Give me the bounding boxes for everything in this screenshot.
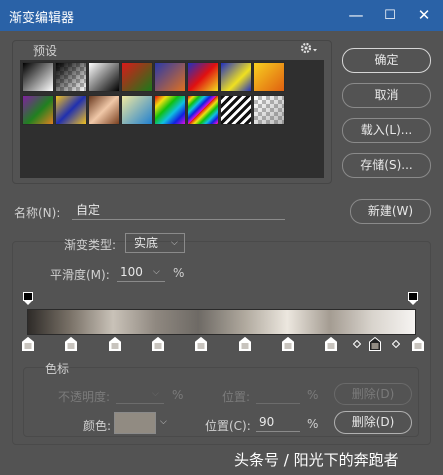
smoothness-label: 平滑度(M): [50,268,110,282]
preset-swatch[interactable] [253,95,285,125]
delete-opacity-stop-button[interactable]: 删除(D) [334,383,412,405]
preset-swatch[interactable] [88,62,120,92]
color-stop[interactable] [369,336,381,354]
close-button[interactable]: ✕ [407,0,441,31]
color-stop[interactable] [239,336,251,354]
location-label: 位置(C): [205,419,251,433]
color-stop[interactable] [412,336,424,354]
midpoint-diamond[interactable] [352,337,362,351]
delete-color-stop-button[interactable]: 删除(D) [334,411,412,434]
smoothness-input[interactable]: 100 ⌵ [117,263,165,282]
name-label: 名称(N): [14,206,61,220]
opacity-label: 不透明度: [58,390,111,404]
presets-label: 预设 [33,44,58,58]
location-unit: % [307,417,319,431]
gradient-type-label: 渐变类型: [64,238,117,252]
opacity-location-label: 位置: [222,390,251,404]
color-stops-row [22,336,424,354]
presets-grid [20,60,324,178]
preset-swatch[interactable] [121,62,153,92]
preset-swatch[interactable] [55,62,87,92]
new-button[interactable]: 新建(W) [350,199,431,224]
smoothness-value: 100 [120,265,143,279]
opacity-input[interactable]: ⌵ [116,385,164,404]
maximize-button[interactable]: ☐ [373,0,407,31]
stop-color-swatch[interactable] [114,412,156,434]
opacity-stop-left[interactable] [23,292,33,305]
midpoint-diamond[interactable] [391,337,401,351]
chevron-down-icon[interactable]: ⌵ [160,417,167,427]
preset-swatch[interactable] [22,95,54,125]
preset-swatch[interactable] [187,95,219,125]
preset-swatch[interactable] [22,62,54,92]
gradient-bar[interactable] [27,309,416,335]
preset-swatch[interactable] [220,62,252,92]
color-stop[interactable] [325,336,337,354]
color-stop[interactable] [109,336,121,354]
preset-swatch[interactable] [220,95,252,125]
color-stop[interactable] [22,336,34,354]
opacity-location-unit: % [307,388,319,402]
color-stop[interactable] [65,336,77,354]
name-input[interactable]: 自定 [72,201,285,220]
preset-swatch[interactable] [88,95,120,125]
save-button[interactable]: 存储(S)... [342,153,431,178]
color-stop[interactable] [195,336,207,354]
opacity-unit: % [172,388,184,402]
load-button[interactable]: 载入(L)... [342,118,431,143]
color-stop[interactable] [152,336,164,354]
preset-swatch[interactable] [154,62,186,92]
preset-swatch[interactable] [154,95,186,125]
gear-icon[interactable] [299,40,319,56]
chevron-down-icon[interactable]: ⌵ [153,263,160,281]
chevron-down-icon: ⌵ [152,389,159,399]
opacity-stop-right[interactable] [408,292,418,305]
watermark-text: 头条号 / 阳光下的奔跑者 [234,451,399,469]
color-stop-section-title: 色标 [45,362,70,376]
ok-button[interactable]: 确定 [342,48,431,73]
preset-swatch[interactable] [55,95,87,125]
smoothness-unit: % [173,266,185,280]
preset-swatch[interactable] [253,62,285,92]
gradient-type-value: 实底 [134,236,159,250]
cancel-button[interactable]: 取消 [342,83,431,108]
chevron-down-icon: ⌵ [171,238,178,248]
minimize-button[interactable]: — [339,0,373,31]
preset-swatch[interactable] [187,62,219,92]
color-stop[interactable] [282,336,294,354]
color-label: 颜色: [83,419,112,433]
opacity-location-input[interactable] [256,385,300,404]
gradient-type-select[interactable]: 实底 ⌵ [125,233,185,253]
preset-swatch[interactable] [121,95,153,125]
location-input[interactable]: 90 [256,413,300,432]
window-title: 渐变编辑器 [9,11,75,26]
